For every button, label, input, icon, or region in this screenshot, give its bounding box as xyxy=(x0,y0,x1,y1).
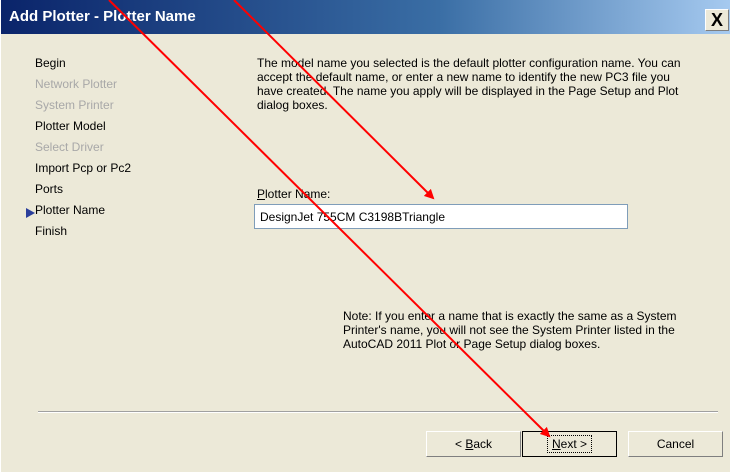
close-icon: X xyxy=(710,10,723,30)
close-button[interactable]: X xyxy=(705,9,729,31)
current-step-arrow-icon xyxy=(26,208,35,218)
step-begin: Begin xyxy=(35,56,66,70)
next-rest: ext > xyxy=(560,437,588,451)
step-select-driver: Select Driver xyxy=(35,140,104,154)
step-finish: Finish xyxy=(35,224,68,238)
step-import-pcp: Import Pcp or Pc2 xyxy=(35,161,132,175)
cancel-button[interactable]: Cancel xyxy=(628,431,723,457)
back-rest: ack xyxy=(473,437,493,451)
step-plotter-model: Plotter Model xyxy=(35,119,106,133)
back-button[interactable]: < Back xyxy=(426,431,521,457)
plotter-name-input[interactable] xyxy=(254,204,628,229)
next-button[interactable]: Next > xyxy=(522,431,617,457)
back-prefix: < xyxy=(454,437,466,451)
add-plotter-dialog: Add Plotter - Plotter Name X Begin Netwo… xyxy=(0,0,730,472)
next-focus: Next > xyxy=(546,435,593,453)
label-mnemonic: P xyxy=(257,187,266,201)
separator-line xyxy=(38,411,718,413)
step-ports: Ports xyxy=(35,182,64,196)
plotter-name-label: Plotter Name: xyxy=(257,187,330,201)
description-text: The model name you selected is the defau… xyxy=(257,56,681,112)
label-rest: lotter Name: xyxy=(265,187,331,201)
step-network-plotter: Network Plotter xyxy=(35,77,118,91)
step-system-printer: System Printer xyxy=(35,98,114,112)
note-text: Note: If you enter a name that is exactl… xyxy=(343,309,677,351)
next-mnemonic: N xyxy=(551,437,561,451)
step-plotter-name: Plotter Name xyxy=(35,203,106,217)
title-bar[interactable]: Add Plotter - Plotter Name X xyxy=(1,0,730,34)
window-title: Add Plotter - Plotter Name xyxy=(9,8,196,25)
